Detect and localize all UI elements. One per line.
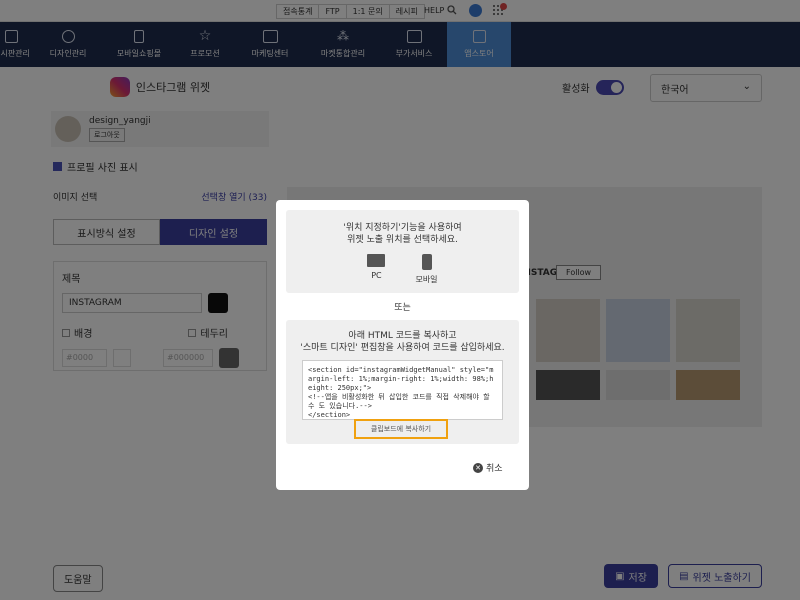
cancel-button[interactable]: ✕ 취소: [473, 461, 503, 474]
embed-modal: '위치 지정하기'기능을 사용하여 위젯 노출 위치를 선택하세요. PC 모바…: [276, 200, 529, 490]
embed-code-textarea[interactable]: <section id="instagramWidgetManual" styl…: [302, 360, 503, 420]
mobile-label: 모바일: [415, 275, 438, 284]
pc-icon: [367, 254, 386, 267]
pc-option[interactable]: PC: [367, 254, 386, 285]
pc-label: PC: [371, 271, 382, 280]
position-section: '위치 지정하기'기능을 사용하여 위젯 노출 위치를 선택하세요. PC 모바…: [286, 210, 519, 293]
code-section: 아래 HTML 코드를 복사하고 '스마트 디자인' 편집창을 사용하여 코드를…: [286, 320, 519, 444]
code-desc-line2: '스마트 디자인' 편집창을 사용하여 코드를 삽입하세요.: [300, 343, 505, 353]
cancel-label: 취소: [486, 464, 503, 474]
close-icon: ✕: [473, 462, 483, 473]
or-divider: 또는: [394, 303, 411, 313]
mobile-option[interactable]: 모바일: [415, 254, 438, 285]
position-desc-line2: 위젯 노출 위치를 선택하세요.: [347, 235, 458, 245]
code-desc-line1: 아래 HTML 코드를 복사하고: [348, 331, 457, 341]
position-desc-line1: '위치 지정하기'기능을 사용하여: [343, 223, 462, 233]
copy-to-clipboard-button[interactable]: 클립보드에 복사하기: [354, 419, 448, 439]
mobile-icon: [421, 254, 432, 270]
